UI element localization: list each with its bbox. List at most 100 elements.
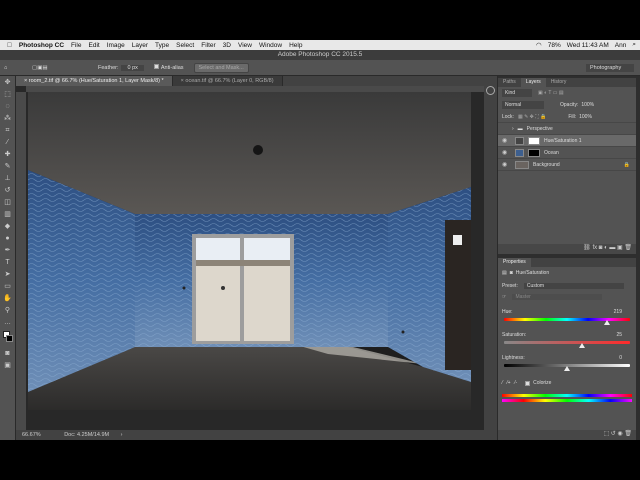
user-name[interactable]: Ann	[615, 42, 627, 49]
saturation-label: Saturation:	[502, 332, 527, 338]
magic-wand-icon[interactable]: ⁂	[3, 115, 13, 123]
menu-file[interactable]: File	[71, 42, 81, 49]
move-tool-icon[interactable]: ✥	[3, 79, 13, 87]
opacity-input[interactable]: 100%	[581, 102, 594, 108]
home-icon[interactable]: ⌂	[4, 65, 18, 71]
path-select-icon[interactable]: ➤	[3, 271, 13, 279]
preset-select[interactable]: Custom	[523, 283, 624, 289]
lock-icons[interactable]: ▦ ✎ ✥ ⛶ 🔒	[518, 114, 546, 120]
layers-footer-icons[interactable]: ⛓ fx ◙ ◐ ▬ ▣ 🗑	[498, 244, 636, 254]
menu-layer[interactable]: Layer	[132, 42, 148, 49]
tab-room[interactable]: × room_2.tif @ 66.7% (Hue/Saturation 1, …	[16, 76, 173, 86]
tab-paths[interactable]: Paths	[498, 78, 521, 87]
dodge-tool-icon[interactable]: ●	[3, 235, 13, 243]
crop-tool-icon[interactable]: ⌗	[3, 127, 13, 135]
colorize-checkbox[interactable]	[525, 380, 531, 386]
quick-mask-icon[interactable]: ◙	[3, 350, 13, 358]
eyedropper-plus-icon[interactable]: ⁄+	[507, 380, 511, 386]
battery-status[interactable]: 78%	[548, 42, 561, 49]
tab-ocean[interactable]: × ocean.tif @ 66.7% (Layer 0, RGB/8)	[172, 76, 283, 86]
antialias-checkbox[interactable]: Anti-alias	[153, 64, 184, 71]
vertical-ruler[interactable]	[16, 92, 26, 430]
layer-name: Ocean	[544, 149, 559, 156]
eraser-icon[interactable]: ◫	[3, 199, 13, 207]
mask-thumb[interactable]	[528, 136, 540, 145]
preset-label: Preset:	[502, 283, 518, 289]
clone-stamp-icon[interactable]: ⊥	[3, 175, 13, 183]
brush-tool-icon[interactable]: ✎	[3, 163, 13, 171]
document-canvas[interactable]	[28, 92, 471, 410]
layer-row-background[interactable]: ◉ Background 🔒	[498, 159, 636, 171]
filter-icons[interactable]: ▣ ◐ T ▭ ▤	[538, 90, 564, 96]
menu-select[interactable]: Select	[176, 42, 194, 49]
adjustments-icon[interactable]	[486, 86, 495, 95]
healing-brush-icon[interactable]: ✚	[3, 151, 13, 159]
tab-history[interactable]: History	[546, 78, 572, 87]
layer-row-huesat[interactable]: ◉ Hue/Saturation 1	[498, 135, 636, 147]
fill-input[interactable]: 100%	[579, 114, 592, 120]
hue-slider-knob[interactable]	[604, 320, 611, 325]
layer-row-perspective[interactable]: › ▬ Perspective	[498, 123, 636, 135]
menu-app[interactable]: Photoshop CC	[19, 42, 64, 49]
visibility-eye-icon[interactable]: ◉	[502, 137, 510, 144]
workspace-select[interactable]: Photography	[586, 63, 634, 72]
menu-view[interactable]: View	[238, 42, 252, 49]
saturation-value[interactable]: 25	[616, 332, 622, 338]
mask-thumb[interactable]	[528, 148, 540, 157]
properties-footer-icons[interactable]: ⬚ ↺ ◉ 🗑	[498, 430, 636, 440]
apple-icon[interactable]: 	[7, 42, 12, 49]
mask-icon[interactable]: ◙	[510, 270, 513, 276]
type-tool-icon[interactable]: T	[3, 259, 13, 267]
lightness-value[interactable]: 0	[619, 355, 622, 361]
shape-tool-icon[interactable]: ▭	[3, 283, 13, 291]
tab-layers[interactable]: Layers	[520, 78, 546, 87]
color-swatches[interactable]	[0, 331, 15, 347]
eyedropper-icon[interactable]: ⁄	[502, 380, 503, 386]
lightness-slider[interactable]	[504, 364, 630, 371]
zoom-level[interactable]: 66.67%	[22, 432, 41, 438]
menu-image[interactable]: Image	[107, 42, 125, 49]
menu-filter[interactable]: Filter	[201, 42, 215, 49]
menu-help[interactable]: Help	[289, 42, 302, 49]
blur-tool-icon[interactable]: ◆	[3, 223, 13, 231]
channel-select[interactable]: Master	[512, 294, 603, 300]
menu-edit[interactable]: Edit	[89, 42, 100, 49]
layers-panel: Paths Layers History Kind ▣ ◐ T ▭ ▤ Norm…	[498, 78, 636, 254]
more-tools-icon[interactable]: …	[3, 319, 13, 327]
zoom-tool-icon[interactable]: ⚲	[3, 307, 13, 315]
group-chevron-icon[interactable]: ›	[512, 126, 514, 132]
gradient-tool-icon[interactable]: ▥	[3, 211, 13, 219]
hand-tool-icon[interactable]: ✋	[3, 295, 13, 303]
saturation-slider-knob[interactable]	[579, 343, 586, 348]
target-adjust-icon[interactable]: ☞	[502, 294, 506, 300]
blend-mode-select[interactable]: Normal	[502, 101, 544, 109]
status-menu-icon[interactable]: ›	[121, 432, 123, 438]
history-brush-icon[interactable]: ↺	[3, 187, 13, 195]
lightness-slider-knob[interactable]	[564, 366, 570, 371]
tab-ocean-label: ocean.tif @ 66.7% (Layer 0, RGB/8)	[185, 78, 274, 84]
lasso-tool-icon[interactable]: ◌	[3, 103, 13, 111]
eyedropper-icon[interactable]: ⁄	[3, 139, 13, 147]
tab-properties[interactable]: Properties	[498, 258, 531, 267]
menu-type[interactable]: Type	[155, 42, 169, 49]
wifi-icon[interactable]: ◠	[536, 41, 542, 49]
hue-slider[interactable]	[504, 318, 630, 325]
saturation-slider[interactable]	[504, 341, 630, 348]
pen-tool-icon[interactable]: ✒	[3, 247, 13, 255]
filter-kind-select[interactable]: Kind	[502, 89, 532, 97]
layer-row-ocean[interactable]: ◉ Ocean	[498, 147, 636, 159]
feather-input[interactable]: 0 px	[121, 64, 144, 71]
visibility-eye-icon[interactable]: ◉	[502, 149, 510, 156]
visibility-eye-icon[interactable]: ◉	[502, 161, 510, 168]
eyedropper-minus-icon[interactable]: ⁄-	[515, 380, 518, 386]
select-and-mask-button[interactable]: Select and Mask...	[193, 62, 249, 73]
clock[interactable]: Wed 11:43 AM	[567, 42, 609, 49]
selection-mode-icons[interactable]: ▢▣▤	[32, 65, 62, 71]
menu-3d[interactable]: 3D	[223, 42, 231, 49]
search-icon[interactable]: ⌕	[632, 41, 636, 49]
menu-window[interactable]: Window	[259, 42, 282, 49]
screen-mode-icon[interactable]: ▣	[3, 362, 13, 370]
hue-value[interactable]: 219	[614, 309, 622, 315]
marquee-tool-icon[interactable]: ⬚	[3, 91, 13, 99]
ceiling-fixture	[253, 145, 263, 155]
